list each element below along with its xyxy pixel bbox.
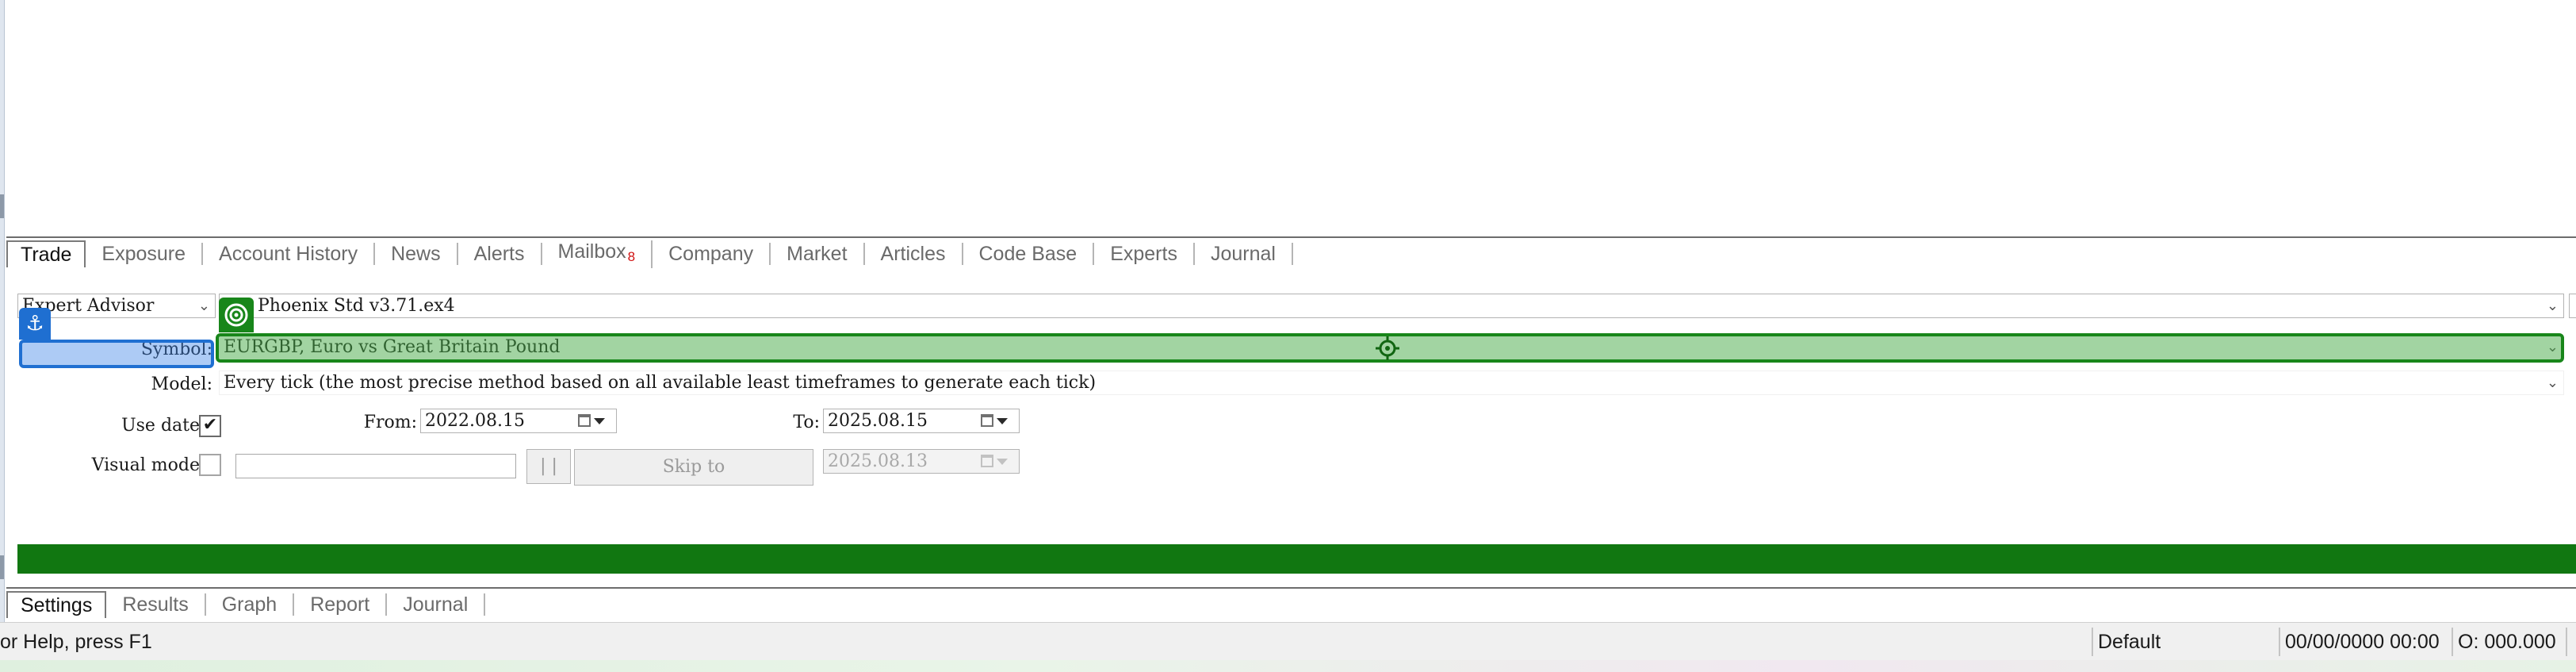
model-value: Every tick (the most precise method base… <box>224 373 1097 393</box>
skip-to-calendar-button[interactable] <box>978 451 1009 472</box>
tab-news[interactable]: News <box>375 243 458 265</box>
to-label: To: <box>793 413 820 432</box>
visual-mode-label: Visual mode <box>91 455 200 475</box>
from-label: From: <box>363 413 417 432</box>
tab-results[interactable]: Results <box>106 593 206 616</box>
tab-journal[interactable]: Journal <box>1195 243 1293 265</box>
status-divider <box>2566 628 2576 656</box>
from-date-picker[interactable]: 2022.08.15 <box>420 409 617 433</box>
model-select[interactable]: Every tick (the most precise method base… <box>219 371 2564 395</box>
status-bar: or Help, press F1 Default 00/00/0000 00:… <box>0 622 2576 660</box>
tab-trade[interactable]: Trade <box>6 240 86 267</box>
anchor-icon: ⚓ <box>19 308 51 340</box>
to-date-picker[interactable]: 2025.08.15 <box>823 409 1020 433</box>
checkmark-icon: ✔ <box>202 415 218 435</box>
tab-alerts[interactable]: Alerts <box>458 243 542 265</box>
skip-to-button[interactable]: Skip to <box>574 449 813 486</box>
skip-to-date-value: 2025.08.13 <box>828 451 928 471</box>
tab-market[interactable]: Market <box>771 243 865 265</box>
expert-advisor-select[interactable]: Phoenix Std v3.71.ex4 ⌄ <box>219 294 2564 318</box>
tester-settings-panel: Expert Advisor ⌄ Phoenix Std v3.71.ex4 ⌄… <box>6 270 2576 587</box>
dropdown-arrow-icon <box>997 459 1008 465</box>
to-calendar-button[interactable] <box>978 410 1009 432</box>
calendar-icon <box>578 414 591 427</box>
taskbar-strip <box>0 660 2576 672</box>
tab-settings[interactable]: Settings <box>6 591 107 618</box>
dropdown-arrow-icon <box>997 418 1008 424</box>
to-date-value: 2025.08.15 <box>828 411 928 431</box>
tab-account-history[interactable]: Account History <box>203 243 376 265</box>
splitter-grip[interactable] <box>0 194 4 218</box>
use-date-label: Use date <box>121 416 200 436</box>
tab-tester-journal[interactable]: Journal <box>387 593 486 616</box>
tab-report[interactable]: Report <box>294 593 388 616</box>
model-label: Model: <box>151 374 212 394</box>
status-open-price: O: 000.000 <box>2452 628 2556 656</box>
expert-properties-button[interactable] <box>2569 294 2576 318</box>
calendar-icon <box>981 414 993 427</box>
skip-to-date-picker[interactable]: 2025.08.13 <box>823 449 1020 474</box>
tester-tab-bar: Settings Results Graph Report Journal <box>6 587 2576 620</box>
visual-speed-slider[interactable] <box>235 454 516 478</box>
from-date-value: 2022.08.15 <box>425 411 525 431</box>
tab-code-base[interactable]: Code Base <box>963 243 1095 265</box>
tab-experts[interactable]: Experts <box>1094 243 1195 265</box>
splitter-grip[interactable] <box>0 555 4 579</box>
chevron-down-icon: ⌄ <box>2546 298 2559 314</box>
pause-button[interactable]: | | <box>526 449 571 484</box>
target-icon <box>219 298 254 332</box>
use-date-checkbox[interactable]: ✔ <box>199 415 221 437</box>
symbol-label-highlight <box>19 340 214 368</box>
tab-graph[interactable]: Graph <box>206 593 295 616</box>
tab-mailbox-label: Mailbox <box>557 240 626 263</box>
help-hint: or Help, press F1 <box>0 631 152 653</box>
crosshair-icon <box>1376 336 1399 360</box>
from-calendar-button[interactable] <box>575 410 607 432</box>
chevron-down-icon: ⌄ <box>197 298 210 314</box>
dropdown-arrow-icon <box>594 418 605 424</box>
tab-exposure[interactable]: Exposure <box>86 243 204 265</box>
chevron-down-icon: ⌄ <box>2546 374 2559 391</box>
tab-mailbox[interactable]: Mailbox 8 <box>542 240 653 268</box>
profile-name: Default <box>2092 628 2161 656</box>
tab-company[interactable]: Company <box>653 243 771 265</box>
calendar-icon <box>981 455 993 467</box>
mailbox-unread-badge: 8 <box>627 248 636 264</box>
test-progress-bar <box>17 544 2576 574</box>
tab-articles[interactable]: Articles <box>865 243 963 265</box>
visual-mode-checkbox[interactable] <box>199 454 221 476</box>
expert-file-value: Phoenix Std v3.71.ex4 <box>258 296 455 316</box>
status-datetime: 00/00/0000 00:00 <box>2279 628 2440 656</box>
window-left-edge <box>0 0 5 672</box>
terminal-tab-bar: Trade Exposure Account History News Aler… <box>6 236 2576 268</box>
